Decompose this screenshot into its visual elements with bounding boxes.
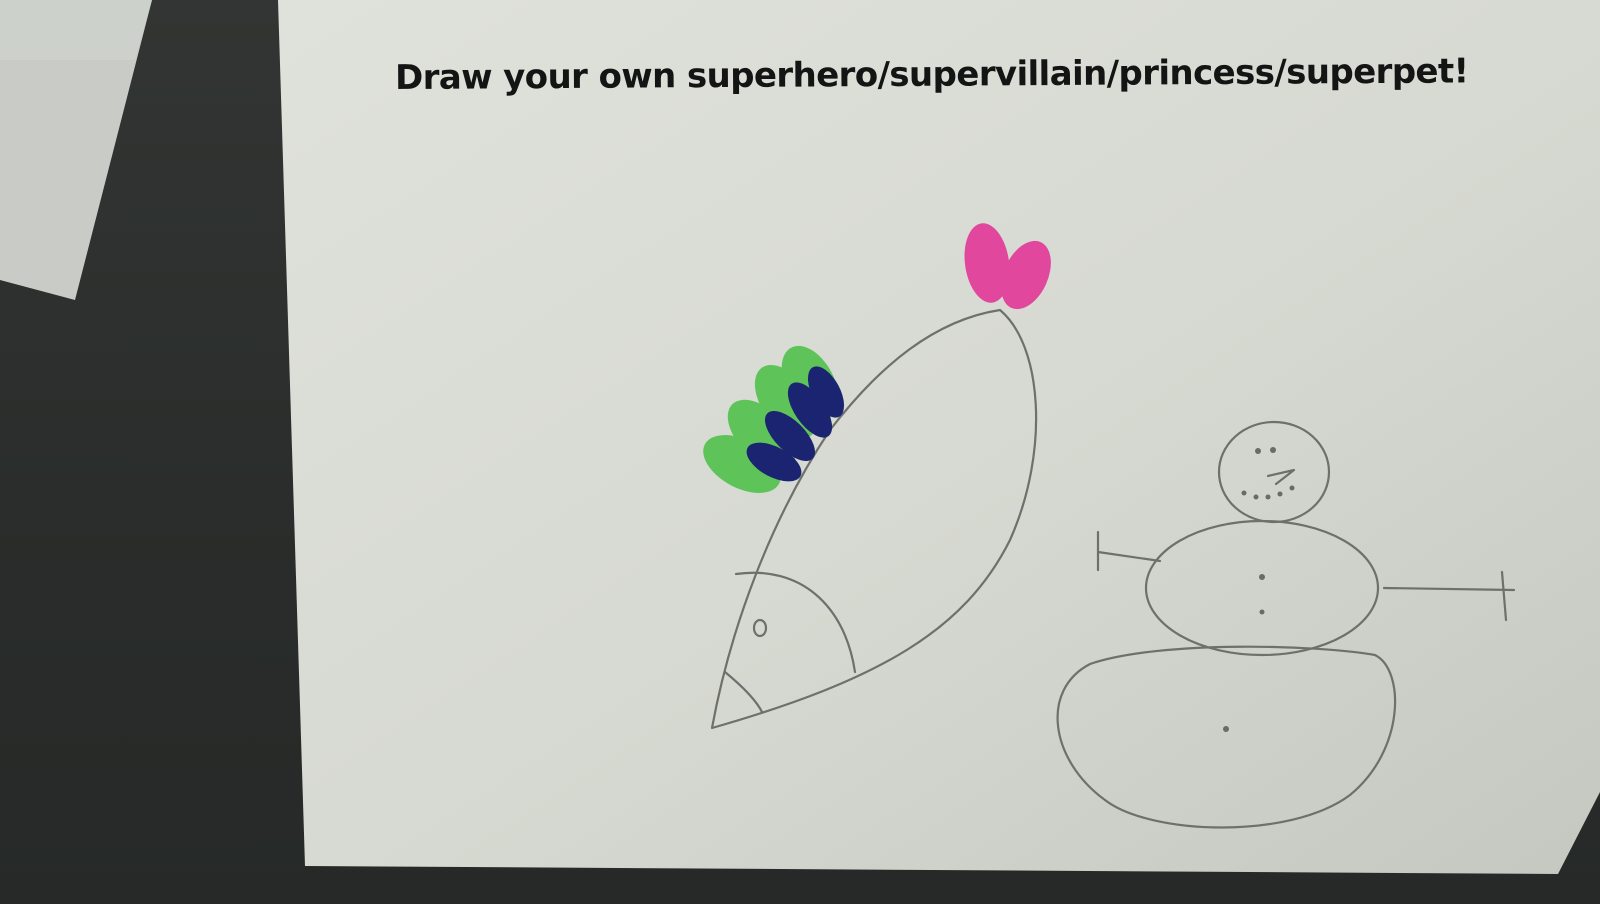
creature-gill-line: [734, 571, 857, 674]
creature-tuft: [964, 223, 1051, 310]
snowman-mouth-dot: [1265, 494, 1271, 500]
snowman-left-eye: [1255, 448, 1261, 454]
snowman-right-eye: [1270, 447, 1276, 453]
creature-mouth-line: [723, 670, 764, 714]
creature-eye: [752, 618, 768, 638]
snowman-right-arm: [1382, 586, 1516, 592]
photo-scene: Draw your own superhero/supervillain/pri…: [0, 0, 1600, 904]
snowman-mouth-dot: [1253, 494, 1259, 500]
snowman-icon: [1056, 420, 1516, 829]
snowman-head: [1217, 420, 1331, 524]
snowman-mouth-dot: [1241, 490, 1247, 496]
snowman-right-hand: [1500, 570, 1508, 622]
drawings-layer: [703, 223, 1516, 829]
snowman-nose: [1266, 468, 1296, 486]
snowman-middle: [1144, 519, 1380, 657]
feathered-fish-creature-icon: [703, 223, 1051, 730]
snowman-button: [1223, 726, 1229, 732]
snowman-mouth-dot: [1289, 485, 1295, 491]
snowman-mouth-dot: [1277, 491, 1283, 497]
snowman-base: [1056, 645, 1397, 829]
creature-scale-crest: [703, 345, 845, 493]
snowman-button: [1259, 574, 1265, 580]
snowman-left-arm: [1096, 550, 1162, 563]
snowman-button: [1259, 609, 1265, 615]
